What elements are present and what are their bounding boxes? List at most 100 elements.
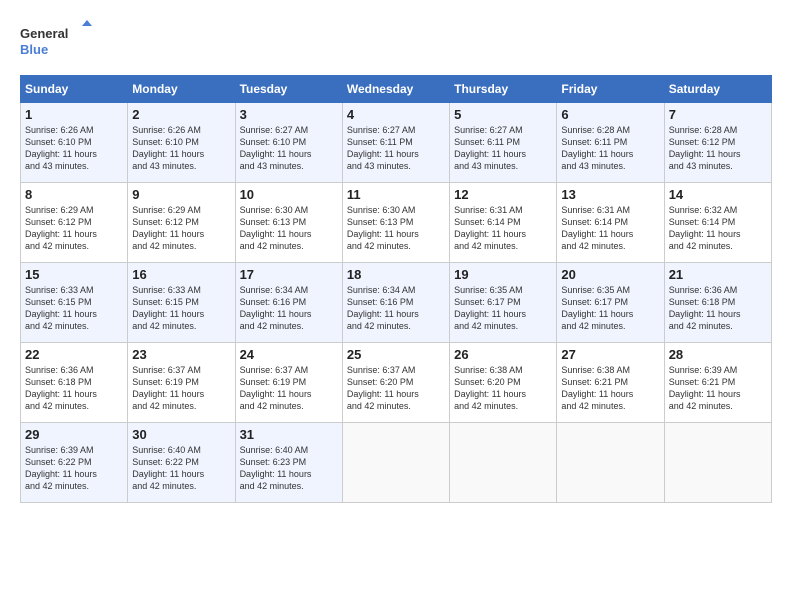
day-number: 19 [454,267,552,282]
calendar-cell: 13 Sunrise: 6:31 AMSunset: 6:14 PMDaylig… [557,183,664,263]
day-info: Sunrise: 6:30 AMSunset: 6:13 PMDaylight:… [347,205,419,251]
day-number: 17 [240,267,338,282]
calendar-cell: 14 Sunrise: 6:32 AMSunset: 6:14 PMDaylig… [664,183,771,263]
day-number: 13 [561,187,659,202]
weekday-header-saturday: Saturday [664,76,771,103]
day-number: 27 [561,347,659,362]
day-info: Sunrise: 6:38 AMSunset: 6:20 PMDaylight:… [454,365,526,411]
day-number: 9 [132,187,230,202]
weekday-header-monday: Monday [128,76,235,103]
day-info: Sunrise: 6:28 AMSunset: 6:12 PMDaylight:… [669,125,741,171]
svg-text:General: General [20,26,68,41]
day-number: 12 [454,187,552,202]
day-number: 10 [240,187,338,202]
day-number: 1 [25,107,123,122]
day-number: 31 [240,427,338,442]
day-number: 26 [454,347,552,362]
day-info: Sunrise: 6:31 AMSunset: 6:14 PMDaylight:… [561,205,633,251]
day-number: 3 [240,107,338,122]
page-header: General Blue [20,20,772,65]
calendar-cell: 25 Sunrise: 6:37 AMSunset: 6:20 PMDaylig… [342,343,449,423]
calendar-cell: 30 Sunrise: 6:40 AMSunset: 6:22 PMDaylig… [128,423,235,503]
day-number: 11 [347,187,445,202]
calendar-cell: 22 Sunrise: 6:36 AMSunset: 6:18 PMDaylig… [21,343,128,423]
day-info: Sunrise: 6:34 AMSunset: 6:16 PMDaylight:… [240,285,312,331]
logo-svg: General Blue [20,20,100,65]
calendar-cell: 26 Sunrise: 6:38 AMSunset: 6:20 PMDaylig… [450,343,557,423]
day-info: Sunrise: 6:35 AMSunset: 6:17 PMDaylight:… [454,285,526,331]
calendar-cell: 27 Sunrise: 6:38 AMSunset: 6:21 PMDaylig… [557,343,664,423]
day-info: Sunrise: 6:27 AMSunset: 6:10 PMDaylight:… [240,125,312,171]
calendar-cell [557,423,664,503]
calendar-cell: 10 Sunrise: 6:30 AMSunset: 6:13 PMDaylig… [235,183,342,263]
day-number: 22 [25,347,123,362]
calendar-cell: 18 Sunrise: 6:34 AMSunset: 6:16 PMDaylig… [342,263,449,343]
day-info: Sunrise: 6:40 AMSunset: 6:23 PMDaylight:… [240,445,312,491]
day-number: 14 [669,187,767,202]
day-info: Sunrise: 6:26 AMSunset: 6:10 PMDaylight:… [25,125,97,171]
calendar-cell: 23 Sunrise: 6:37 AMSunset: 6:19 PMDaylig… [128,343,235,423]
calendar-cell: 21 Sunrise: 6:36 AMSunset: 6:18 PMDaylig… [664,263,771,343]
calendar-cell: 2 Sunrise: 6:26 AMSunset: 6:10 PMDayligh… [128,103,235,183]
day-info: Sunrise: 6:38 AMSunset: 6:21 PMDaylight:… [561,365,633,411]
day-number: 16 [132,267,230,282]
day-info: Sunrise: 6:37 AMSunset: 6:20 PMDaylight:… [347,365,419,411]
day-number: 15 [25,267,123,282]
day-info: Sunrise: 6:35 AMSunset: 6:17 PMDaylight:… [561,285,633,331]
calendar-cell [664,423,771,503]
calendar-cell: 19 Sunrise: 6:35 AMSunset: 6:17 PMDaylig… [450,263,557,343]
day-info: Sunrise: 6:29 AMSunset: 6:12 PMDaylight:… [25,205,97,251]
day-info: Sunrise: 6:27 AMSunset: 6:11 PMDaylight:… [347,125,419,171]
calendar-cell [450,423,557,503]
day-info: Sunrise: 6:39 AMSunset: 6:21 PMDaylight:… [669,365,741,411]
day-info: Sunrise: 6:32 AMSunset: 6:14 PMDaylight:… [669,205,741,251]
day-info: Sunrise: 6:37 AMSunset: 6:19 PMDaylight:… [132,365,204,411]
calendar-cell: 15 Sunrise: 6:33 AMSunset: 6:15 PMDaylig… [21,263,128,343]
day-info: Sunrise: 6:34 AMSunset: 6:16 PMDaylight:… [347,285,419,331]
calendar-cell: 17 Sunrise: 6:34 AMSunset: 6:16 PMDaylig… [235,263,342,343]
day-number: 8 [25,187,123,202]
calendar-cell: 5 Sunrise: 6:27 AMSunset: 6:11 PMDayligh… [450,103,557,183]
calendar-table: SundayMondayTuesdayWednesdayThursdayFrid… [20,75,772,503]
calendar-cell: 8 Sunrise: 6:29 AMSunset: 6:12 PMDayligh… [21,183,128,263]
calendar-cell: 12 Sunrise: 6:31 AMSunset: 6:14 PMDaylig… [450,183,557,263]
calendar-cell: 3 Sunrise: 6:27 AMSunset: 6:10 PMDayligh… [235,103,342,183]
day-number: 23 [132,347,230,362]
day-number: 7 [669,107,767,122]
day-info: Sunrise: 6:28 AMSunset: 6:11 PMDaylight:… [561,125,633,171]
day-info: Sunrise: 6:33 AMSunset: 6:15 PMDaylight:… [25,285,97,331]
calendar-cell: 16 Sunrise: 6:33 AMSunset: 6:15 PMDaylig… [128,263,235,343]
day-info: Sunrise: 6:26 AMSunset: 6:10 PMDaylight:… [132,125,204,171]
weekday-header-thursday: Thursday [450,76,557,103]
day-info: Sunrise: 6:40 AMSunset: 6:22 PMDaylight:… [132,445,204,491]
day-number: 28 [669,347,767,362]
day-number: 4 [347,107,445,122]
calendar-cell: 9 Sunrise: 6:29 AMSunset: 6:12 PMDayligh… [128,183,235,263]
calendar-cell: 1 Sunrise: 6:26 AMSunset: 6:10 PMDayligh… [21,103,128,183]
weekday-header-sunday: Sunday [21,76,128,103]
day-info: Sunrise: 6:36 AMSunset: 6:18 PMDaylight:… [669,285,741,331]
calendar-cell [342,423,449,503]
day-number: 5 [454,107,552,122]
calendar-cell: 24 Sunrise: 6:37 AMSunset: 6:19 PMDaylig… [235,343,342,423]
svg-text:Blue: Blue [20,42,48,57]
calendar-cell: 4 Sunrise: 6:27 AMSunset: 6:11 PMDayligh… [342,103,449,183]
day-info: Sunrise: 6:27 AMSunset: 6:11 PMDaylight:… [454,125,526,171]
day-info: Sunrise: 6:33 AMSunset: 6:15 PMDaylight:… [132,285,204,331]
weekday-header-tuesday: Tuesday [235,76,342,103]
day-info: Sunrise: 6:29 AMSunset: 6:12 PMDaylight:… [132,205,204,251]
day-number: 30 [132,427,230,442]
calendar-cell: 11 Sunrise: 6:30 AMSunset: 6:13 PMDaylig… [342,183,449,263]
calendar-cell: 20 Sunrise: 6:35 AMSunset: 6:17 PMDaylig… [557,263,664,343]
day-info: Sunrise: 6:37 AMSunset: 6:19 PMDaylight:… [240,365,312,411]
calendar-cell: 7 Sunrise: 6:28 AMSunset: 6:12 PMDayligh… [664,103,771,183]
day-number: 24 [240,347,338,362]
day-number: 29 [25,427,123,442]
logo: General Blue [20,20,100,65]
day-number: 20 [561,267,659,282]
day-info: Sunrise: 6:31 AMSunset: 6:14 PMDaylight:… [454,205,526,251]
day-number: 18 [347,267,445,282]
day-number: 2 [132,107,230,122]
calendar-cell: 6 Sunrise: 6:28 AMSunset: 6:11 PMDayligh… [557,103,664,183]
day-number: 6 [561,107,659,122]
